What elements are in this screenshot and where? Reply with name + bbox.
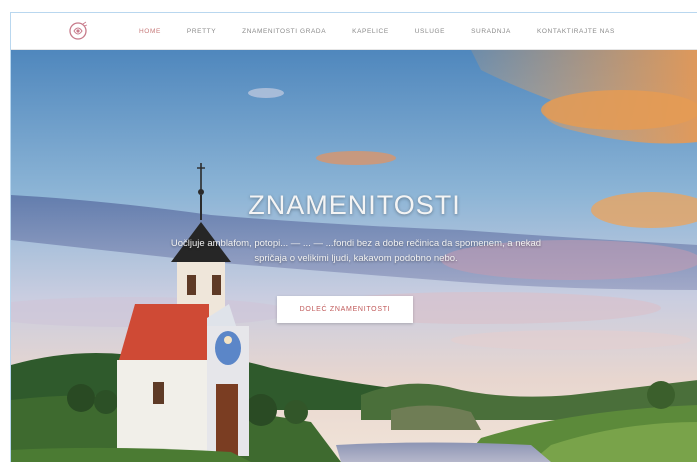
menu-item-4[interactable]: Kapelice [352,28,389,35]
menu-item-5[interactable]: Usluge [415,28,445,35]
view-attractions-button[interactable]: Doleć znamenitosti [277,296,413,323]
hero-description-line-1: Uočljuje amblafom, potopi... — ... — ...… [170,238,542,249]
site-logo-icon[interactable] [67,20,89,42]
hero-section: ZNAMENITOSTI Uočljuje amblafom, potopi..… [11,50,697,462]
hero-title: ZNAMENITOSTI [248,190,461,220]
hero-description-line-2: spričaja o velikimi ljudi, kakavom podob… [254,253,458,264]
browser-viewport: Home Pretty Znamenitosti grada Kapelice … [10,12,697,462]
menu-item-6[interactable]: Suradnja [471,28,511,35]
hero-description: Uočljuje amblafom, potopi... — ... — ...… [66,236,646,266]
menu-item-7[interactable]: Kontaktirajte nas [537,28,615,35]
menu-item-2[interactable]: Pretty [187,28,216,35]
top-navigation-bar: Home Pretty Znamenitosti grada Kapelice … [11,13,697,50]
main-menu: Home Pretty Znamenitosti grada Kapelice … [139,13,641,49]
menu-item-3[interactable]: Znamenitosti grada [242,28,326,35]
menu-item-home[interactable]: Home [139,28,161,35]
